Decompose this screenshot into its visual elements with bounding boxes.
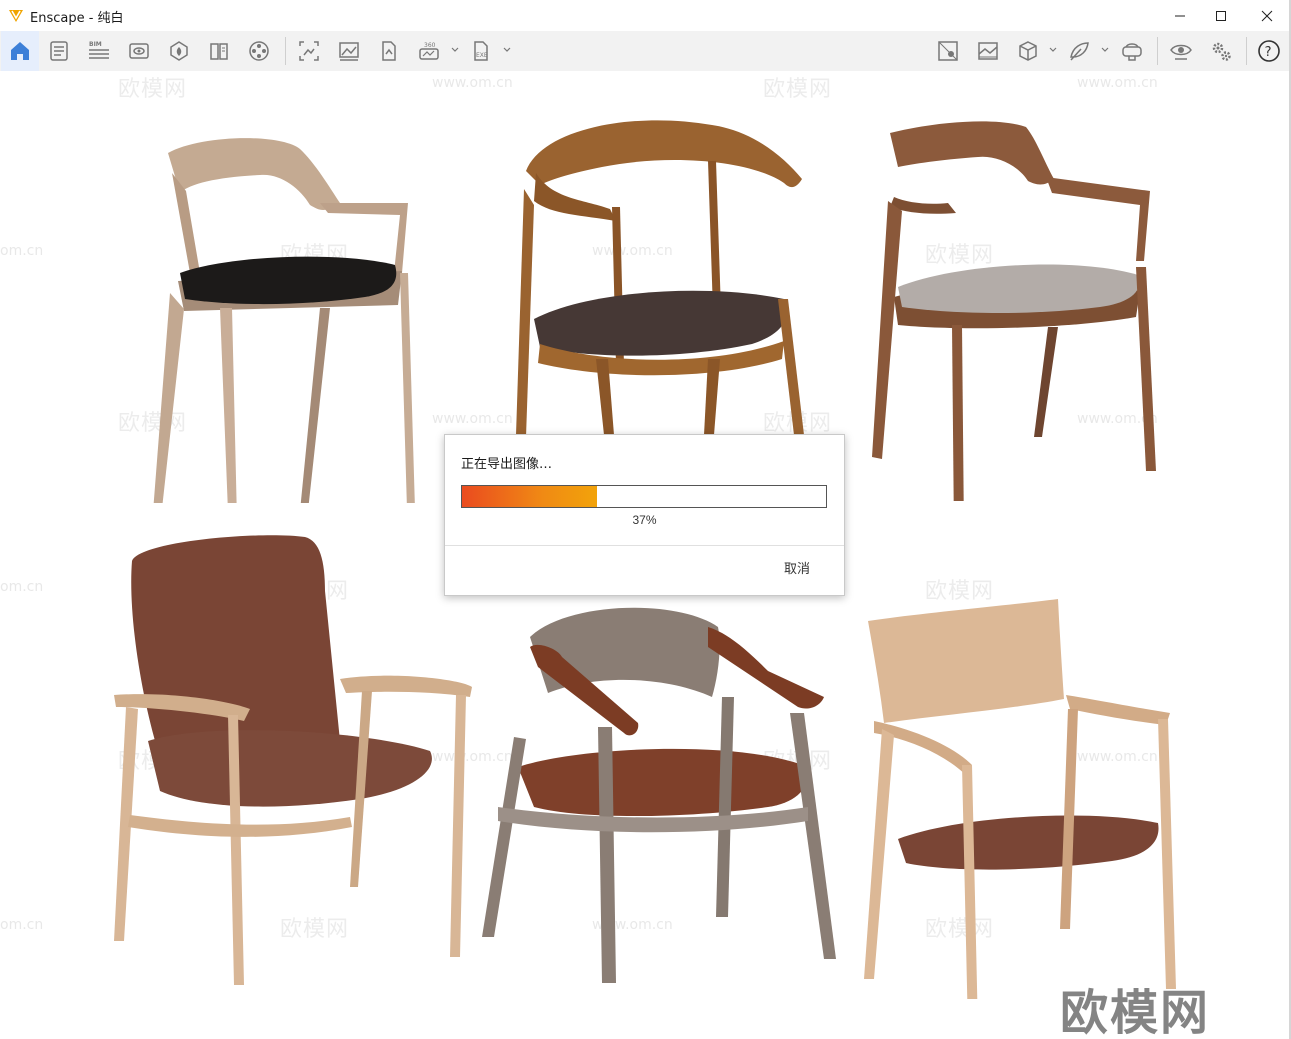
- sun-position-button[interactable]: [932, 35, 964, 67]
- brand-watermark: 欧模网: [1060, 985, 1211, 1039]
- view-box-icon: [1019, 41, 1037, 61]
- dialog-title: 正在导出图像…: [461, 457, 553, 472]
- close-button[interactable]: [1244, 0, 1290, 31]
- home-icon: [11, 42, 29, 60]
- export-progress-fill: [462, 486, 597, 507]
- help-icon: ?: [1258, 40, 1280, 62]
- close-icon: [1261, 10, 1273, 21]
- chair-round-wood-armchair: [516, 120, 804, 437]
- visual-settings-icon: [1170, 44, 1192, 60]
- watermark-url: om.cn: [0, 579, 44, 595]
- exe-dropdown-chevron-icon[interactable]: [502, 45, 512, 55]
- vr-headset-button[interactable]: [1116, 35, 1148, 67]
- export-button[interactable]: [373, 35, 405, 67]
- bim-icon: BIM: [89, 41, 109, 59]
- feedback-button[interactable]: [1063, 35, 1095, 67]
- panorama-button[interactable]: 360: [413, 35, 445, 67]
- window-title: Enscape - 纯白: [30, 11, 124, 26]
- vr-headset-icon: [1122, 43, 1142, 61]
- material-editor-icon: [210, 43, 228, 60]
- asset-library-icon: [170, 41, 188, 61]
- watermark-brand: 欧模网: [763, 77, 833, 102]
- watermark-url: om.cn: [0, 917, 44, 933]
- view-box-button[interactable]: [1012, 35, 1044, 67]
- home-button[interactable]: [1, 31, 39, 71]
- watermark-url: om.cn: [0, 243, 44, 259]
- chair-leather-lounge: [114, 535, 472, 985]
- panorama-dropdown-chevron-icon[interactable]: [450, 45, 460, 55]
- batch-render-button[interactable]: [333, 35, 365, 67]
- video-editor-button[interactable]: [243, 35, 275, 67]
- visual-settings-button[interactable]: [1165, 35, 1197, 67]
- video-editor-icon: [249, 41, 269, 61]
- panorama-badge: 360: [424, 42, 436, 49]
- bim-button[interactable]: BIM: [83, 35, 115, 67]
- view-box-dropdown-chevron-icon[interactable]: [1048, 45, 1058, 55]
- feedback-dropdown-chevron-icon[interactable]: [1100, 45, 1110, 55]
- feedback-icon: [1070, 42, 1089, 61]
- screenshot-icon: [299, 41, 319, 61]
- settings-gears-icon: [1212, 42, 1231, 61]
- watermark-url: www.om.cn: [432, 411, 513, 427]
- maximize-button[interactable]: [1198, 0, 1244, 31]
- title-bar: Enscape - 纯白: [0, 0, 1291, 31]
- toolbar-divider: [1157, 37, 1158, 65]
- maximize-icon: [1216, 10, 1226, 21]
- toolbar-divider: [285, 37, 286, 65]
- exe-export-button[interactable]: EXE: [465, 35, 497, 67]
- bim-badge: BIM: [89, 41, 102, 48]
- progress-percentage: 37%: [632, 513, 657, 527]
- watermark-brand: 欧模网: [118, 77, 188, 102]
- chair-walnut-grey-cushion: [872, 121, 1156, 501]
- material-editor-button[interactable]: [203, 35, 235, 67]
- enscape-logo-icon: [9, 10, 23, 22]
- cancel-button[interactable]: 取消: [767, 559, 827, 581]
- watermark-url: www.om.cn: [432, 75, 513, 91]
- screenshot-button[interactable]: [293, 35, 325, 67]
- settings-button[interactable]: [1205, 35, 1237, 67]
- chair-light-wood-black-seat: [153, 138, 415, 503]
- atmosphere-icon: [978, 42, 998, 60]
- chair-grey-wood-leather-arm: [482, 607, 836, 983]
- view-management-button[interactable]: [123, 35, 155, 67]
- exe-export-icon: EXE: [474, 41, 488, 61]
- project-notes-button[interactable]: [43, 35, 75, 67]
- exe-badge: EXE: [476, 52, 488, 59]
- toolbar-divider: [1246, 37, 1247, 65]
- asset-library-button[interactable]: [163, 35, 195, 67]
- toolbar: BIM 360 EXE ?: [0, 31, 1289, 98]
- atmosphere-button[interactable]: [972, 35, 1004, 67]
- batch-render-icon: [339, 42, 359, 61]
- minimize-icon: [1175, 15, 1185, 16]
- dialog-divider: [445, 545, 844, 546]
- export-progress-dialog: 正在导出图像… 37% 取消: [444, 434, 845, 596]
- minimize-button[interactable]: [1157, 0, 1203, 31]
- chair-light-oak-leather-seat: [864, 599, 1176, 999]
- sun-position-icon: [938, 41, 958, 61]
- project-notes-icon: [50, 41, 68, 61]
- export-progress-bar: [461, 485, 827, 508]
- watermark-url: www.om.cn: [1077, 75, 1158, 91]
- view-management-icon: [129, 43, 149, 59]
- export-icon: [382, 41, 396, 61]
- help-button[interactable]: ?: [1253, 35, 1285, 67]
- svg-text:?: ?: [1265, 45, 1272, 60]
- panorama-360-icon: 360: [419, 42, 439, 60]
